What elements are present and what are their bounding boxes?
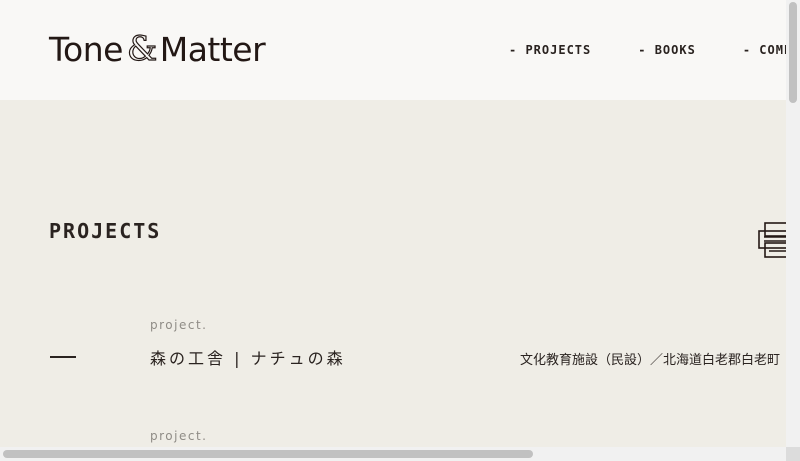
site-logo[interactable]: Tone & Matter [49, 28, 266, 69]
scrollbar-corner [786, 447, 800, 461]
horizontal-scrollbar[interactable] [0, 447, 786, 461]
list-view-icon[interactable] [758, 222, 786, 258]
nav-company-link[interactable]: - COMPANY [743, 43, 786, 57]
project-label: project. [150, 318, 208, 332]
logo-ampersand: & [126, 28, 157, 69]
section-title: PROJECTS [49, 219, 162, 243]
main-nav: - PROJECTS - BOOKS - COMPANY [509, 43, 786, 57]
project-dash [50, 356, 76, 358]
site-header: Tone & Matter - PROJECTS - BOOKS - COMPA… [0, 0, 786, 100]
logo-word-matter: Matter [159, 29, 266, 69]
logo-word-tone: Tone [49, 29, 123, 69]
nav-projects-link[interactable]: - PROJECTS [509, 43, 591, 57]
vertical-scrollbar-thumb[interactable] [789, 2, 797, 103]
horizontal-scrollbar-thumb[interactable] [3, 450, 533, 458]
vertical-scrollbar[interactable] [786, 0, 800, 447]
page-viewport: Tone & Matter - PROJECTS - BOOKS - COMPA… [0, 0, 786, 447]
nav-books-link[interactable]: - BOOKS [638, 43, 696, 57]
project-label: project. [150, 429, 208, 443]
project-title[interactable]: 森の工舎 | ナチュの森 [150, 345, 346, 369]
project-meta: 文化教育施設（民設）／北海道白老郡白老町 [520, 353, 781, 368]
